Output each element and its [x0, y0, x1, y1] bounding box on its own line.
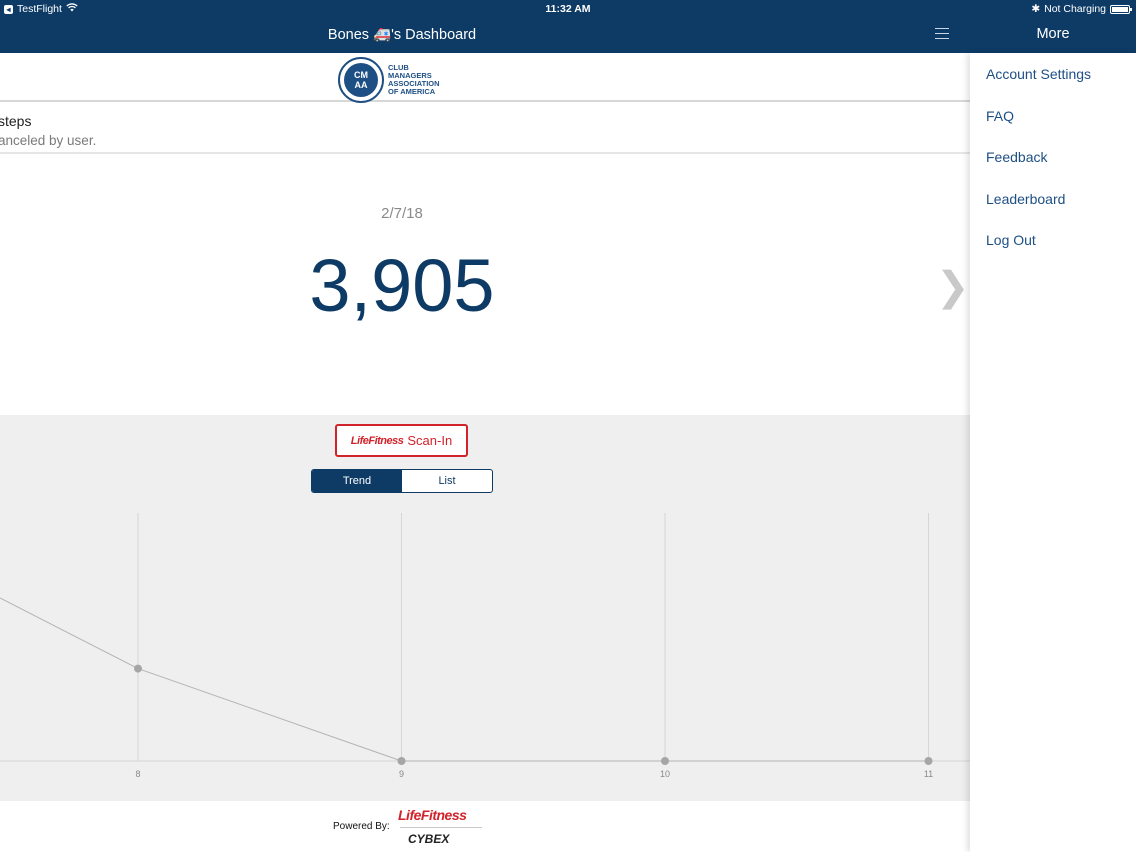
- top-bar: ◂ TestFlight 11:32 AM ✱ Not Charging Bon…: [0, 0, 1136, 53]
- cmaa-logo-text: CLUB MANAGERS ASSOCIATION OF AMERICA: [388, 63, 440, 96]
- cmaa-seal-icon: CM AA: [338, 57, 384, 103]
- summary-date: 2/7/18: [381, 205, 423, 222]
- scan-in-button[interactable]: LifeFitness Scan-In: [335, 424, 468, 457]
- nav-title: Bones 🚑's Dashboard: [327, 27, 477, 43]
- steps-row[interactable]: steps anceled by user.: [0, 104, 970, 154]
- segment-trend[interactable]: Trend: [312, 470, 402, 492]
- brand-divider: [400, 827, 482, 828]
- chart-point: [924, 757, 933, 765]
- segment-list[interactable]: List: [402, 470, 492, 492]
- cmaa-logo: CM AA CLUB MANAGERS ASSOCIATION OF AMERIC…: [338, 57, 440, 103]
- menu-item-leaderboard[interactable]: Leaderboard: [986, 191, 1065, 207]
- chart-x-tick-label: 11: [924, 769, 933, 779]
- view-toggle: Trend List: [311, 469, 493, 493]
- chart-point: [397, 757, 406, 765]
- scan-in-label: Scan-In: [407, 433, 453, 448]
- logo-row: CM AA CLUB MANAGERS ASSOCIATION OF AMERIC…: [0, 53, 970, 103]
- step-count: 3,905: [309, 244, 495, 327]
- hamburger-icon[interactable]: [935, 28, 949, 40]
- steps-status: anceled by user.: [0, 133, 97, 148]
- chart-series-line: [0, 597, 929, 762]
- powered-by-label: Powered By:: [333, 821, 390, 832]
- next-chevron-icon[interactable]: ❯: [936, 263, 970, 311]
- chart-point: [661, 757, 669, 765]
- side-menu-title: More: [1036, 26, 1070, 42]
- lifefitness-footer-logo: LifeFitness: [398, 807, 467, 823]
- chart-point: [134, 664, 142, 673]
- steps-title: steps: [0, 113, 32, 129]
- status-time: 11:32 AM: [545, 3, 591, 15]
- power-status: Not Charging: [1044, 3, 1106, 15]
- menu-item-faq[interactable]: FAQ: [986, 108, 1014, 124]
- footer: Powered By: LifeFitness CYBEX: [0, 801, 970, 852]
- menu-item-feedback[interactable]: Feedback: [986, 149, 1047, 165]
- status-right: ✱ Not Charging: [1031, 3, 1132, 15]
- menu-item-log-out[interactable]: Log Out: [986, 232, 1036, 248]
- cybex-logo: CYBEX: [408, 832, 450, 846]
- menu-item-account-settings[interactable]: Account Settings: [986, 66, 1091, 82]
- chart-x-tick-label: 9: [399, 769, 404, 779]
- dashboard-content: CM AA CLUB MANAGERS ASSOCIATION OF AMERIC…: [0, 53, 970, 852]
- lifefitness-logo: LifeFitness: [350, 434, 404, 447]
- status-bar: ◂ TestFlight 11:32 AM ✱ Not Charging: [0, 0, 1136, 17]
- trend-panel: LifeFitness Scan-In Trend List 8 9 10 11: [0, 415, 970, 801]
- battery-icon: [1110, 4, 1132, 14]
- chart-x-tick-label: 10: [660, 769, 670, 779]
- trend-chart: 8 9 10 11: [0, 513, 970, 779]
- bluetooth-icon: ✱: [1031, 3, 1041, 15]
- side-menu: Account Settings FAQ Feedback Leaderboar…: [970, 53, 1136, 852]
- chart-x-tick-label: 8: [135, 769, 140, 779]
